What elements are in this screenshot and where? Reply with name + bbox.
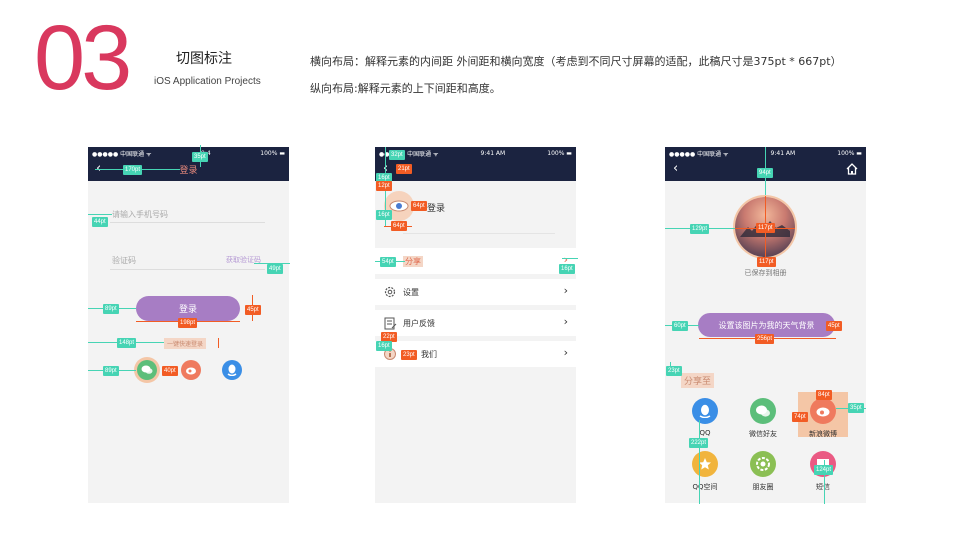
quick-login-link[interactable]: 一键快速登录	[164, 338, 207, 349]
measure-tag: 148pt	[117, 338, 137, 348]
chevron-right-icon: ›	[563, 315, 568, 328]
profile-header: 登录	[375, 181, 576, 243]
measure-tag: 23pt	[666, 366, 682, 376]
section-title: 切图标注	[176, 51, 232, 67]
measure-tag: 23pt	[401, 350, 417, 360]
measure-tag: 40pt	[162, 366, 178, 376]
share-qzone-label: QQ空间	[692, 483, 718, 491]
share-wechat-friend-icon[interactable]	[750, 398, 776, 424]
share-moments-label: 朋友圈	[752, 483, 774, 491]
gear-icon	[384, 286, 396, 298]
time-label: 9:41 AM	[480, 149, 506, 157]
measure-tag: 124pt	[814, 465, 834, 475]
divider	[403, 233, 555, 234]
phone-profile-mockup: ●●●●● 中国联通 ᯤ 9:41 AM 100% ▬ ‹ 登录 分享 › 设置…	[375, 147, 576, 503]
share-qzone-icon[interactable]	[692, 451, 718, 477]
carrier-label: ●●●●● 中国联通 ᯤ	[92, 150, 152, 158]
measure-tag: 198pt	[178, 318, 198, 328]
section-number: 03	[34, 7, 132, 109]
measure-tag: 64pt	[411, 201, 427, 211]
wechat-login-icon[interactable]	[137, 360, 157, 380]
divider	[110, 269, 265, 270]
layout-description-vertical: 纵向布局:解释元素的上下间距和高度。	[310, 82, 501, 95]
share-sms-label: 短信	[816, 483, 830, 491]
menu-item-share[interactable]: 分享 ›	[375, 248, 576, 274]
divider	[110, 222, 265, 223]
share-qq-icon[interactable]	[692, 398, 718, 424]
measure-tag: 45pt	[245, 305, 261, 315]
verification-code-input[interactable]: 验证码	[112, 255, 136, 266]
back-icon[interactable]: ‹	[673, 162, 678, 176]
measure-tag: 35pt	[848, 403, 864, 413]
measure-tag: 16pt	[559, 264, 575, 274]
measure-tag: 74pt	[792, 412, 808, 422]
qq-login-icon[interactable]	[222, 360, 242, 380]
menu-item-feedback[interactable]: 用户反馈 ›	[375, 310, 576, 336]
measure-tag: 117pt	[757, 257, 776, 267]
status-bar: ●●●●● 中国联通 ᯤ 9:41 AM 100% ▬	[375, 147, 576, 159]
share-qq-label: QQ	[699, 429, 711, 437]
measure-tag: 12pt	[376, 181, 392, 191]
feedback-icon	[384, 317, 397, 330]
share-weibo-icon[interactable]	[810, 398, 836, 424]
profile-login-label[interactable]: 登录	[427, 201, 445, 214]
measure-tag: 129pt	[690, 224, 710, 234]
guide-line	[562, 258, 578, 259]
phone-number-input[interactable]: 请输入手机号码	[112, 209, 168, 220]
share-moments-icon[interactable]	[750, 451, 776, 477]
measure-tag: 45pt	[826, 321, 842, 331]
chevron-right-icon: ›	[563, 284, 568, 297]
time-label: 9:41 AM	[770, 149, 796, 157]
section-subtitle: iOS Application Projects	[154, 76, 261, 87]
weibo-login-icon[interactable]	[181, 360, 201, 380]
battery-label: 100% ▬	[837, 149, 862, 157]
guide-line	[88, 214, 112, 215]
menu-item-settings[interactable]: 设置 ›	[375, 279, 576, 305]
nav-bar: ‹ 登录	[88, 159, 289, 181]
share-to-label: 分享至	[681, 373, 715, 388]
carrier-label: ●●●●● 中国联通 ᯤ	[379, 150, 439, 158]
measure-tag: 170pt	[123, 165, 143, 175]
measure-tag: 49pt	[267, 264, 283, 274]
measure-tag: 35pt	[192, 152, 208, 162]
measure-tag: 44pt	[92, 217, 108, 227]
status-bar: ●●●●● 中国联通 ᯤ 9:4 100% ▬	[88, 147, 289, 159]
menu-item-label: 我们	[421, 350, 437, 359]
measure-tag: 222pt	[689, 438, 709, 448]
measure-tag: 89pt	[103, 366, 119, 376]
guide-line	[699, 420, 700, 504]
measure-tag: 16pt	[376, 341, 392, 351]
menu-item-label: 分享	[403, 256, 423, 267]
guide-line	[218, 338, 219, 348]
layout-description-horizontal: 横向布局：解释元素的内间距 外间距和横向宽度（考虑到不同尺寸屏幕的适配，此稿尺寸…	[310, 55, 842, 68]
measure-tag: 64pt	[391, 221, 407, 231]
measure-tag: 21pt	[396, 164, 412, 174]
measure-tag: 117pt	[756, 223, 775, 233]
measure-tag: 256pt	[755, 334, 775, 344]
saved-to-album-label: 已保存到相册	[744, 269, 787, 277]
menu-item-label: 用户反馈	[403, 319, 435, 328]
battery-label: 100% ▬	[260, 149, 285, 157]
measure-tag: 54pt	[380, 257, 396, 267]
share-weibo-label: 新浪微博	[809, 430, 837, 438]
home-icon[interactable]	[845, 162, 859, 176]
menu-item-label: 设置	[403, 288, 419, 297]
measure-tag: 89pt	[103, 304, 119, 314]
measure-tag: 60pt	[672, 321, 688, 331]
carrier-label: ●●●●● 中国联通 ᯤ	[669, 150, 729, 158]
measure-tag: 32pt	[389, 150, 405, 160]
measure-tag: 84pt	[816, 390, 832, 400]
measure-tag: 16pt	[376, 210, 392, 220]
measure-tag: 94pt	[757, 168, 773, 178]
chevron-right-icon: ›	[563, 346, 568, 359]
battery-label: 100% ▬	[547, 149, 572, 157]
share-wechat-friend-label: 微信好友	[749, 430, 777, 438]
